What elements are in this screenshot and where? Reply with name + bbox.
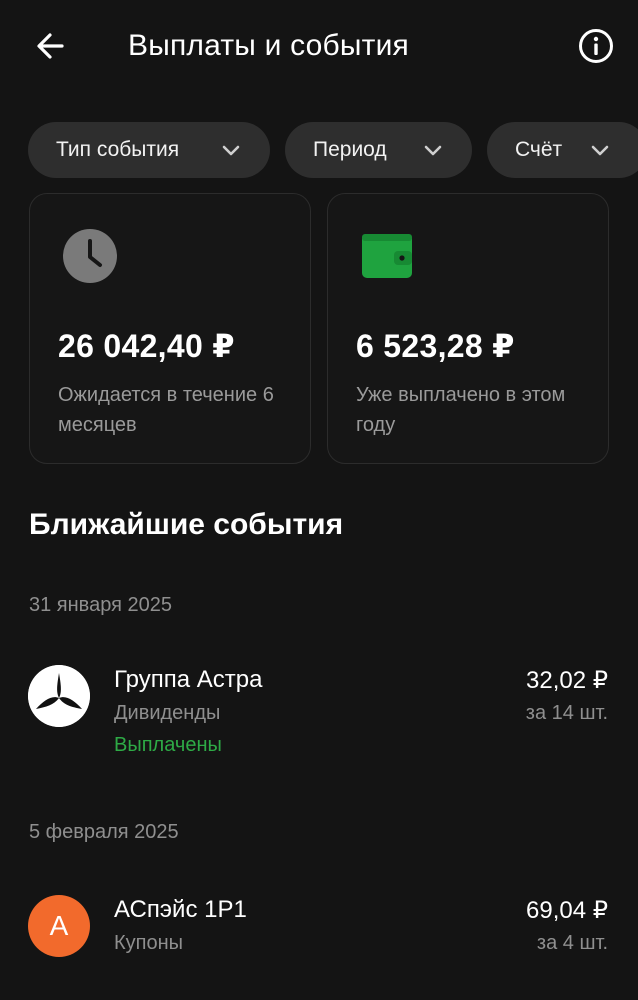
filter-account-label: Счёт: [515, 138, 563, 161]
event-company-name: АСпэйс 1Р1: [114, 896, 247, 923]
filter-event-type[interactable]: Тип события: [28, 122, 270, 178]
event-amount: 32,02 ₽: [526, 667, 608, 694]
wallet-icon: [362, 234, 412, 278]
event-status: Выплачены: [114, 734, 222, 756]
event-type: Дивиденды: [114, 702, 221, 724]
chevron-down-icon: [222, 145, 240, 156]
info-button[interactable]: [574, 24, 618, 68]
upcoming-events-title: Ближайшие события: [29, 508, 344, 541]
filter-period[interactable]: Период: [285, 122, 472, 178]
astra-logo-mark: [28, 665, 90, 727]
page-title: Выплаты и события: [128, 29, 409, 62]
astra-logo: [28, 665, 90, 727]
back-button[interactable]: [30, 26, 70, 66]
filter-event-type-label: Тип события: [56, 138, 180, 161]
event-type: Купоны: [114, 932, 184, 954]
arrow-left-icon: [37, 33, 64, 59]
chevron-down-icon: [591, 145, 609, 156]
event-row-astra[interactable]: Группа Астра Дивиденды Выплачены 32,02 ₽…: [0, 660, 638, 770]
expected-payouts-card[interactable]: 26 042,40 ₽ Ожидается в течение 6 месяце…: [29, 193, 311, 464]
filter-account[interactable]: Счёт: [487, 122, 638, 178]
paid-amount: 6 523,28 ₽: [356, 328, 515, 364]
filter-period-label: Период: [313, 138, 387, 161]
paid-payouts-card[interactable]: 6 523,28 ₽ Уже выплачено в этом году: [327, 193, 609, 464]
filter-bar: Тип события Период Счёт: [28, 122, 638, 178]
event-row-aspace[interactable]: А АСпэйс 1Р1 Купоны 69,04 ₽ за 4 шт.: [0, 890, 638, 970]
info-icon: [579, 29, 613, 63]
expected-description: Ожидается в течение 6 месяцев: [58, 384, 274, 436]
aspace-logo: А: [28, 895, 90, 957]
event-date-header: 5 февраля 2025: [29, 821, 179, 843]
clock-icon: [63, 229, 117, 283]
paid-description: Уже выплачено в этом году: [356, 384, 566, 436]
event-quantity: за 14 шт.: [525, 702, 608, 724]
top-bar: Выплаты и события: [0, 0, 638, 92]
event-quantity: за 4 шт.: [536, 932, 608, 954]
expected-amount: 26 042,40 ₽: [58, 328, 235, 364]
event-date-header: 31 января 2025: [29, 594, 172, 616]
event-company-name: Группа Астра: [114, 666, 263, 693]
event-amount: 69,04 ₽: [526, 897, 608, 924]
chevron-down-icon: [424, 145, 442, 156]
